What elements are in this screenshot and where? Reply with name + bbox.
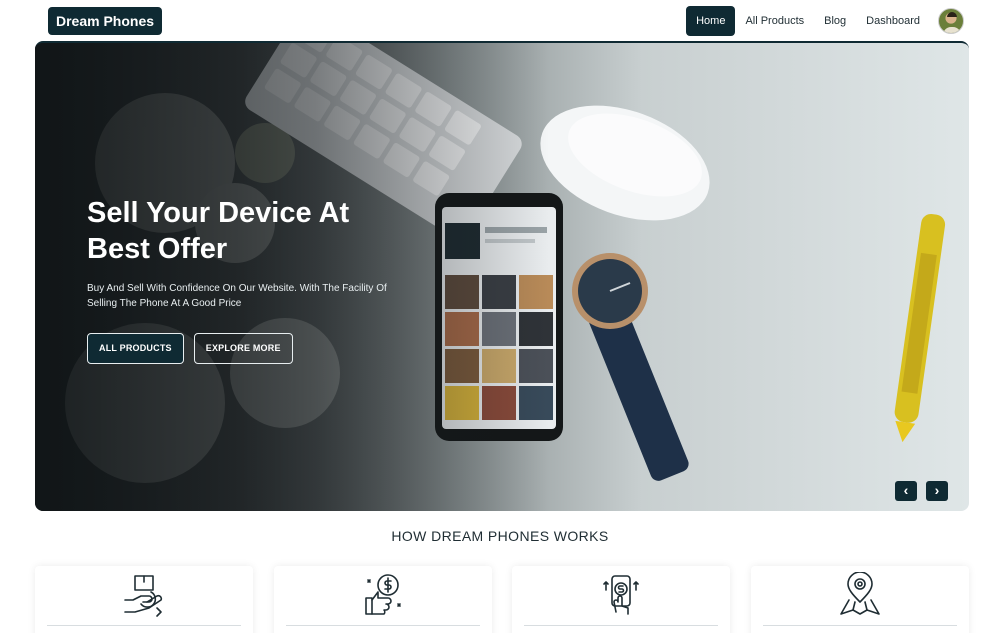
all-products-button[interactable]: ALL PRODUCTS bbox=[87, 333, 184, 364]
nav-link-all-products[interactable]: All Products bbox=[735, 6, 814, 36]
nav-link-home[interactable]: Home bbox=[686, 6, 736, 36]
how-it-works-card bbox=[750, 566, 969, 633]
how-it-works-card bbox=[35, 566, 253, 633]
hero-title-line-1: Sell Your Device At bbox=[87, 197, 350, 229]
delivery-box-hand-icon bbox=[124, 575, 163, 617]
brand-logo[interactable]: Dream Phones bbox=[48, 7, 163, 35]
map-location-icon bbox=[840, 572, 880, 615]
how-it-works-title: HOW DREAM PHONES WORKS bbox=[391, 528, 609, 544]
card-divider bbox=[762, 625, 957, 626]
hero-subtitle: Buy And Sell With Confidence On Our Webs… bbox=[87, 281, 427, 311]
hero-title-line-2: Best Offer bbox=[87, 233, 228, 265]
navbar: Dream Phones Home All Products Blog Dash… bbox=[0, 0, 1000, 42]
nav-link-blog[interactable]: Blog bbox=[814, 6, 856, 36]
user-avatar[interactable] bbox=[938, 8, 964, 34]
hero-subtitle-line-2: Selling The Phone At A Good Price bbox=[87, 298, 242, 309]
hero-title: Sell Your Device At Best Offer bbox=[87, 195, 427, 267]
chevron-right-icon[interactable]: › bbox=[926, 481, 948, 501]
chevron-left-icon[interactable]: ‹ bbox=[895, 481, 917, 501]
hero-subtitle-line-1: Buy And Sell With Confidence On Our Webs… bbox=[87, 283, 387, 294]
nav-links: Home All Products Blog Dashboard bbox=[686, 6, 964, 36]
card-divider bbox=[524, 625, 719, 626]
hero-content: Sell Your Device At Best Offer Buy And S… bbox=[87, 195, 427, 364]
card-divider bbox=[47, 625, 241, 626]
explore-more-button[interactable]: EXPLORE MORE bbox=[193, 333, 293, 364]
hero-carousel: Sell Your Device At Best Offer Buy And S… bbox=[35, 41, 969, 511]
hero-buttons: ALL PRODUCTS EXPLORE MORE bbox=[87, 333, 427, 364]
how-it-works-card bbox=[273, 566, 492, 633]
mobile-payment-icon bbox=[603, 575, 640, 615]
thumbs-up-money-icon bbox=[364, 574, 401, 615]
how-it-works-card bbox=[512, 566, 731, 633]
how-it-works-cards bbox=[35, 566, 969, 633]
nav-link-dashboard[interactable]: Dashboard bbox=[856, 6, 930, 36]
card-divider bbox=[285, 625, 480, 626]
